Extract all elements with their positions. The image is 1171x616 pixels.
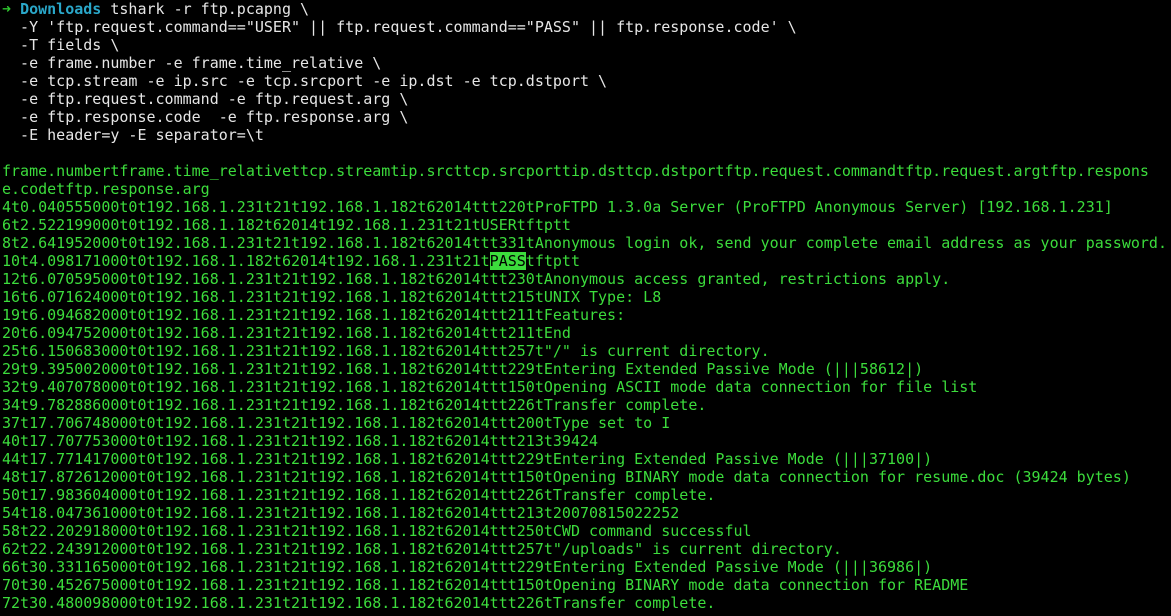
prompt-arrow-icon: ➜ [2, 0, 12, 18]
output-header-line: e.codetftp.response.arg [2, 180, 210, 198]
output-line: 48t17.872612000t0t192.168.1.231t21t192.1… [2, 468, 1131, 486]
output-line: 8t2.641952000t0t192.168.1.231t21t192.168… [2, 234, 1167, 252]
output-line: 54t18.047361000t0t192.168.1.231t21t192.1… [2, 504, 680, 522]
output-line: 50t17.983604000t0t192.168.1.231t21t192.1… [2, 486, 716, 504]
output-line: 58t22.202918000t0t192.168.1.231t21t192.1… [2, 522, 752, 540]
command-line: -e frame.number -e frame.time_relative \ [2, 54, 382, 72]
command-line: -e ftp.request.command -e ftp.request.ar… [2, 90, 409, 108]
output-header-line: frame.numbertframe.time_relativettcp.str… [2, 162, 1149, 180]
output-line: 19t6.094682000t0t192.168.1.231t21t192.16… [2, 306, 626, 324]
output-line: 44t17.771417000t0t192.168.1.231t21t192.1… [2, 450, 933, 468]
output-line: 25t6.150683000t0t192.168.1.231t21t192.16… [2, 342, 770, 360]
command-line: -T fields \ [2, 36, 120, 54]
pass-highlight: PASS [489, 252, 526, 270]
command-line: -e ftp.response.code -e ftp.response.arg… [2, 108, 409, 126]
prompt-line: ➜ Downloads tshark -r ftp.pcapng \ [2, 0, 309, 18]
pass-line-suffix: tftptt [525, 252, 580, 270]
output-line: 4t0.040555000t0t192.168.1.231t21t192.168… [2, 198, 1113, 216]
command-text: tshark -r ftp.pcapng \ [110, 0, 310, 18]
command-line: -e tcp.stream -e ip.src -e tcp.srcport -… [2, 72, 608, 90]
output-line: 72t30.480098000t0t192.168.1.231t21t192.1… [2, 594, 716, 612]
command-line: -Y 'ftp.request.command=="USER" || ftp.r… [2, 18, 797, 36]
output-line: 32t9.407078000t0t192.168.1.231t21t192.16… [2, 378, 978, 396]
output-line: 29t9.395002000t0t192.168.1.231t21t192.16… [2, 360, 924, 378]
output-line: 34t9.782886000t0t192.168.1.231t21t192.16… [2, 396, 707, 414]
output-line-pass: 10t4.098171000t0t192.168.1.182t62014t192… [2, 252, 580, 270]
pass-line-prefix: 10t4.098171000t0t192.168.1.182t62014t192… [2, 252, 490, 270]
output-line: 62t22.243912000t0t192.168.1.231t21t192.1… [2, 540, 842, 558]
prompt-directory: Downloads [20, 0, 102, 18]
output-line: 66t30.331165000t0t192.168.1.231t21t192.1… [2, 558, 933, 576]
output-line: 20t6.094752000t0t192.168.1.231t21t192.16… [2, 324, 571, 342]
output-line: 12t6.070595000t0t192.168.1.231t21t192.16… [2, 270, 951, 288]
output-line: 37t17.706748000t0t192.168.1.231t21t192.1… [2, 414, 671, 432]
output-line: 40t17.707753000t0t192.168.1.231t21t192.1… [2, 432, 599, 450]
command-line: -E header=y -E separator=\t [2, 126, 264, 144]
terminal-window[interactable]: ➜ Downloads tshark -r ftp.pcapng \ -Y 'f… [0, 0, 1171, 616]
output-line: 16t6.071624000t0t192.168.1.231t21t192.16… [2, 288, 662, 306]
output-line: 6t2.522199000t0t192.168.1.182t62014t192.… [2, 216, 571, 234]
output-line: 70t30.452675000t0t192.168.1.231t21t192.1… [2, 576, 969, 594]
